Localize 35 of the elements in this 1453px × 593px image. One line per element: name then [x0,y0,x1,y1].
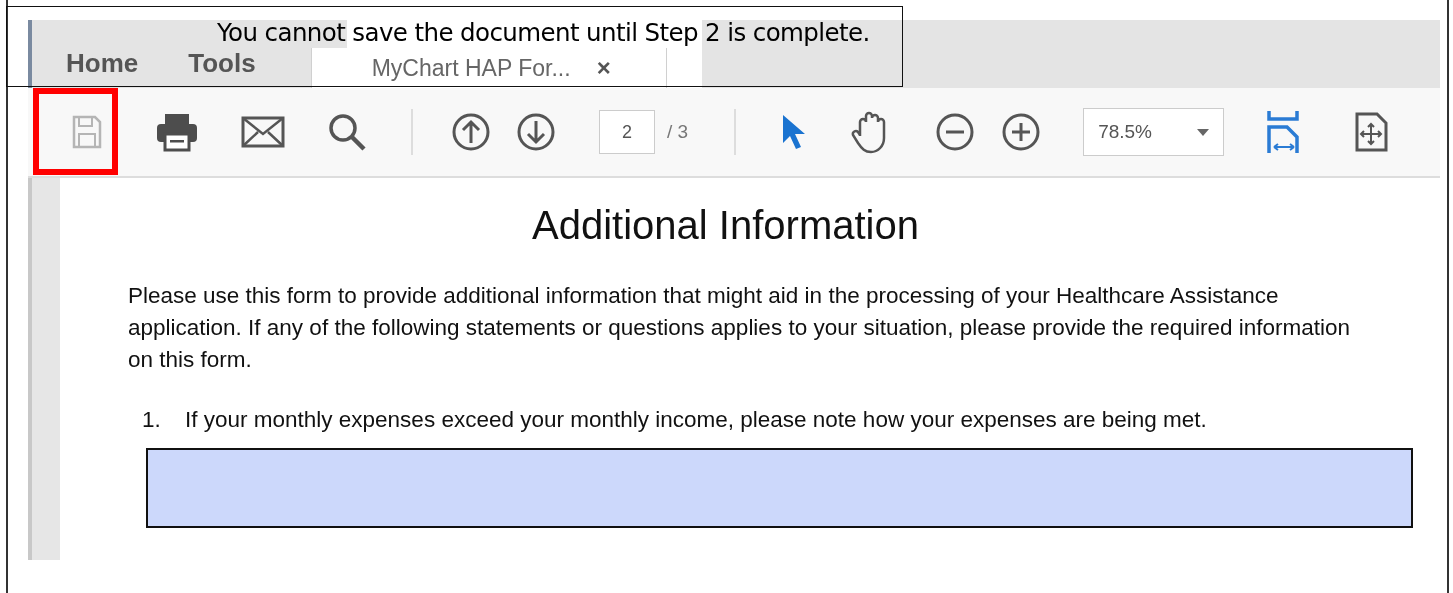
arrow-up-circle-icon [451,112,491,152]
print-icon [155,112,199,152]
close-tab-button[interactable]: × [596,54,611,82]
previous-page-button[interactable] [451,112,491,152]
next-page-button[interactable] [516,112,556,152]
save-icon [71,114,103,150]
page-total: / 3 [667,121,689,143]
tab[interactable]: Tools [188,44,256,82]
page-view-button[interactable] [1354,112,1389,152]
dropdown-caret-icon [1197,128,1210,136]
item-number: 1. [142,406,162,434]
arrow-down-circle-icon [516,112,556,152]
document-tab[interactable]: MyChart HAP For... × [310,48,667,88]
question-text: If your monthly expenses exceed your monthly income, please note how your expenses are being met. [185,406,1208,434]
tab[interactable]: Home [66,44,139,82]
tab-title: MyChart HAP For... [371,54,571,82]
print-button[interactable] [155,112,199,152]
email-button[interactable] [241,116,285,148]
zoom-value: 78.5% [1098,121,1152,143]
fit-width-button[interactable] [1266,109,1301,155]
page-number-field[interactable]: 2 [599,110,655,154]
zoom-out-icon [935,112,976,152]
search-icon [327,112,367,152]
search-button[interactable] [327,112,367,152]
zoom-in-icon [1001,112,1042,152]
intro-paragraph: Please use this form to provide additional information that might aid in the processing of your Healthcare Assistance application. If any of the following statements or questions applies to your situation, please provide the required information on this form. [128,282,1350,374]
zoom-dropdown[interactable]: 78.5% [1083,108,1225,156]
zoom-out-button[interactable] [935,112,976,152]
mail-icon [241,116,285,148]
page-heading: Additional Information [531,202,920,249]
callout-text: You cannot save the document until Step 2 is complete. [217,18,870,47]
answer-box[interactable] [146,448,1413,528]
fit-width-icon [1266,109,1301,155]
page-move-icon [1354,112,1389,152]
zoom-in-button[interactable] [1001,112,1042,152]
